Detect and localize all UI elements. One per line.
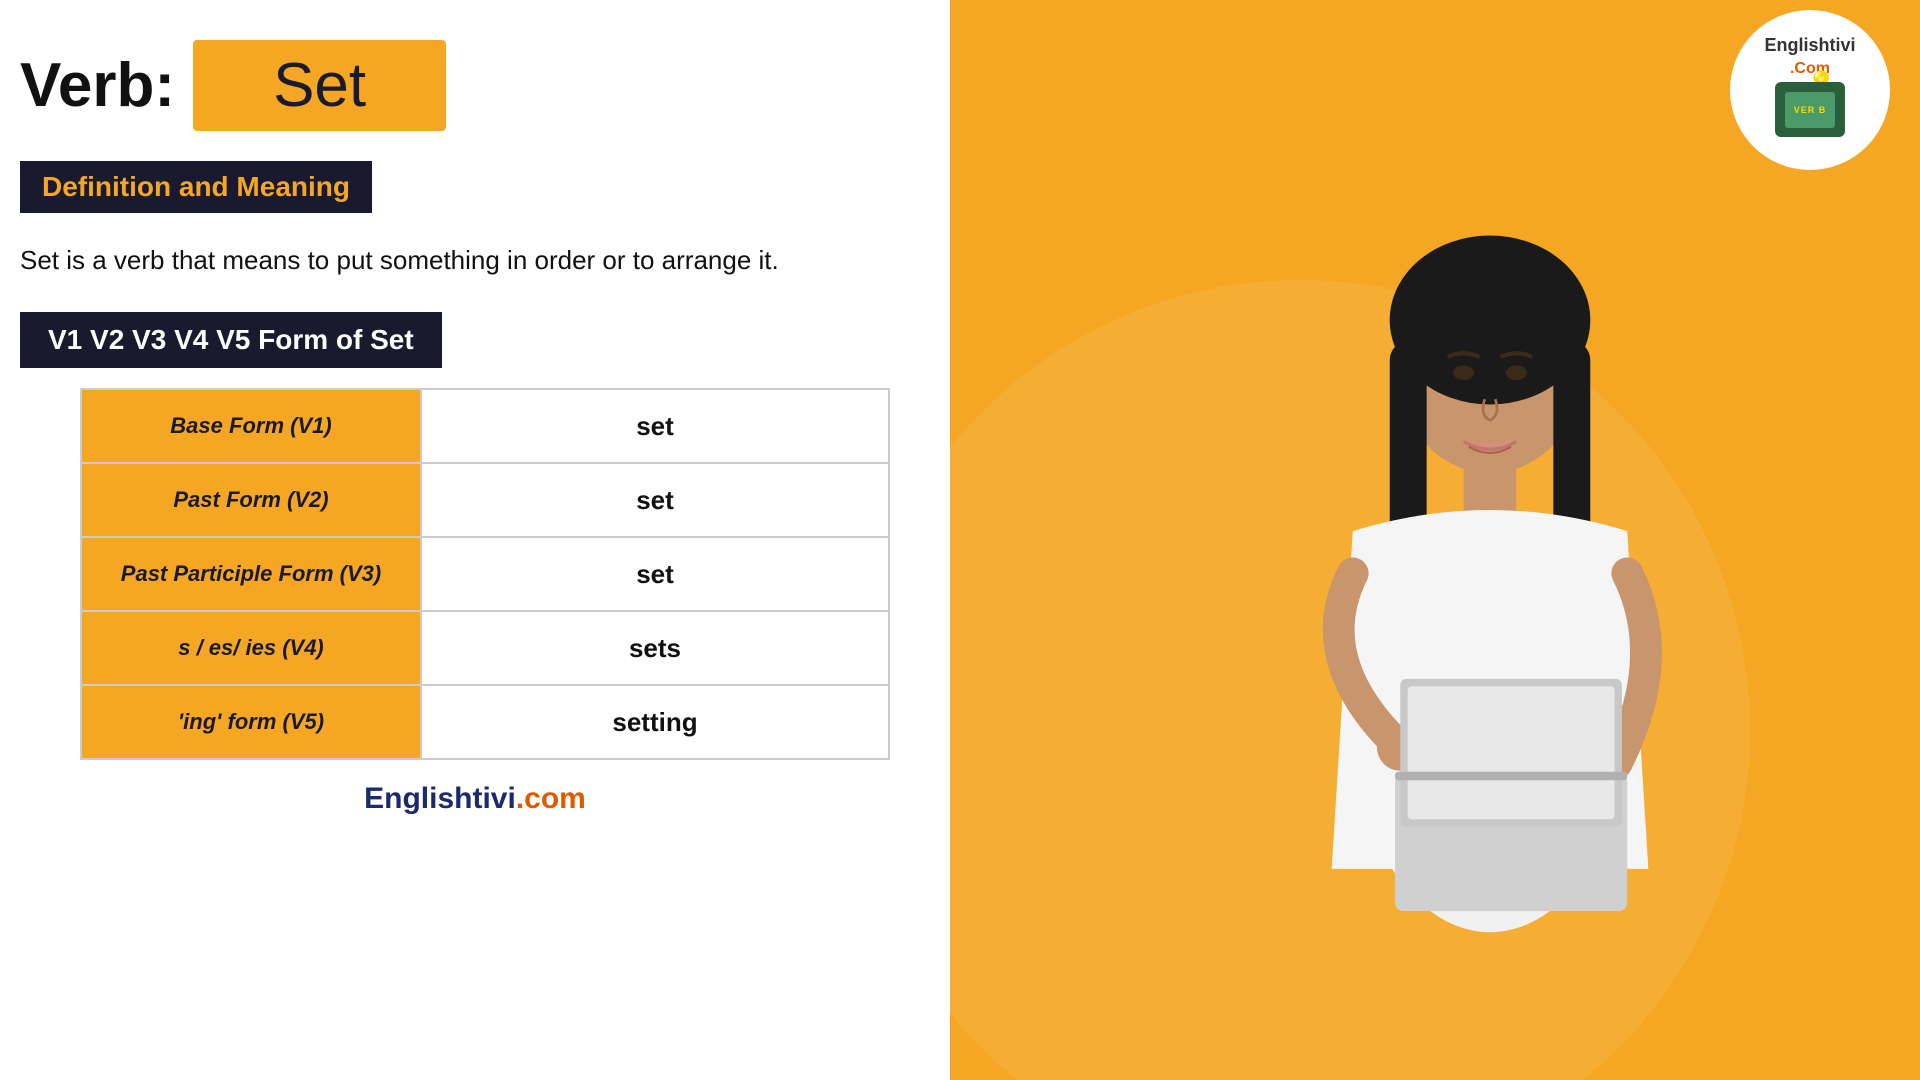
logo-circle: Englishtivi .Com 💡 VER B (1730, 10, 1890, 170)
person-svg (1215, 130, 1765, 1080)
logo-bulb-area: 💡 VER B (1775, 78, 1845, 141)
table-row: s / es/ ies (V4) sets (81, 611, 889, 685)
form-label: Past Participle Form (V3) (81, 537, 421, 611)
form-label: Base Form (V1) (81, 389, 421, 463)
table-row: Base Form (V1) set (81, 389, 889, 463)
footer-brand-blue: Englishtivi (364, 782, 516, 815)
form-label: s / es/ ies (V4) (81, 611, 421, 685)
main-content: Verb: Set Definition and Meaning Set is … (0, 0, 950, 1080)
logo-tv: VER B (1775, 82, 1845, 137)
form-label: 'ing' form (V5) (81, 685, 421, 759)
footer-brand-orange: .com (516, 782, 586, 815)
table-row: Past Form (V2) set (81, 463, 889, 537)
form-value: set (421, 389, 889, 463)
verb-word-box: Set (193, 40, 446, 131)
verb-label: Verb: (20, 50, 175, 121)
right-panel: Englishtivi .Com 💡 VER B (950, 0, 1920, 1080)
verb-word: Set (273, 51, 366, 120)
definition-text: Set is a verb that means to put somethin… (20, 241, 930, 280)
footer-brand: Englishtivi.com (20, 782, 930, 816)
form-value: set (421, 537, 889, 611)
tv-text: VER B (1794, 105, 1827, 115)
form-value: sets (421, 611, 889, 685)
logo-englishtivi: Englishtivi (1764, 35, 1855, 55)
table-row: Past Participle Form (V3) set (81, 537, 889, 611)
form-value: set (421, 463, 889, 537)
verb-title: Verb: Set (20, 40, 930, 131)
definition-heading: Definition and Meaning (20, 161, 372, 213)
table-row: 'ing' form (V5) setting (81, 685, 889, 759)
form-label: Past Form (V2) (81, 463, 421, 537)
form-value: setting (421, 685, 889, 759)
verb-forms-table: Base Form (V1) set Past Form (V2) set Pa… (80, 388, 890, 760)
logo-tv-screen: VER B (1785, 92, 1835, 128)
forms-heading: V1 V2 V3 V4 V5 Form of Set (20, 312, 442, 368)
